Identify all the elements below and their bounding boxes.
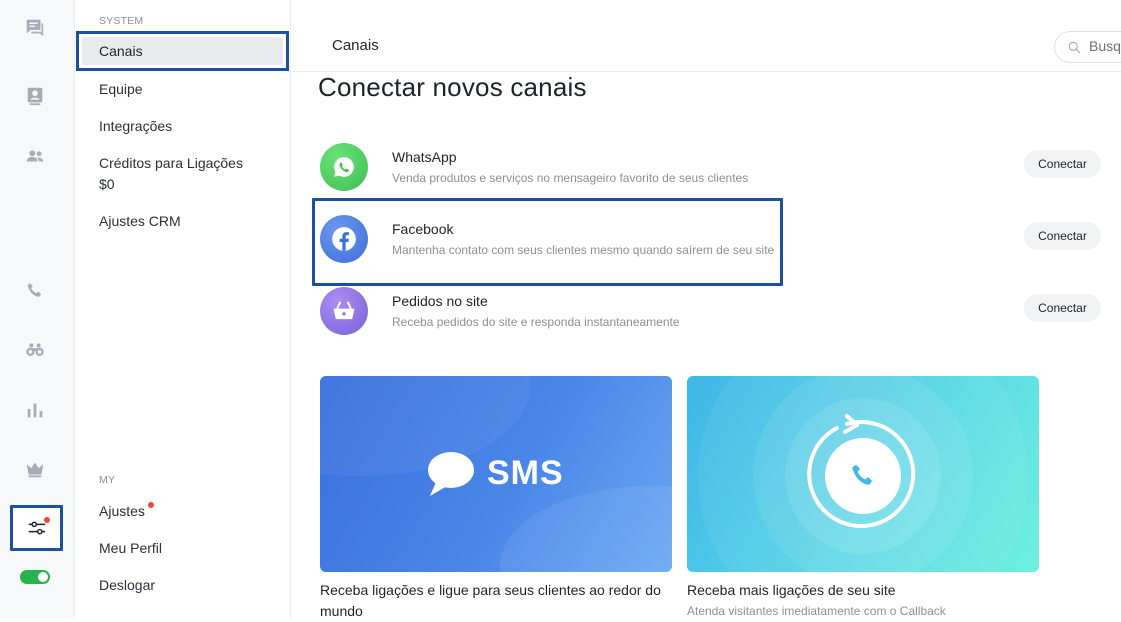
menu-item-integracoes[interactable]: Integrações [99,116,172,137]
search-input[interactable] [1089,38,1121,54]
toggle-knob [38,572,48,582]
facebook-highlight-frame [312,198,783,286]
settings-sliders-icon[interactable] [10,505,63,551]
notification-dot [147,502,154,508]
menu-item-ajustes[interactable]: Ajustes [99,501,154,522]
sms-promo-caption: Receba ligações e ligue para seus client… [320,582,661,619]
menu-item-canais[interactable]: Canais [99,41,143,62]
bar-chart-icon[interactable] [22,397,48,423]
callback-promo-subcaption: Atenda visitantes imediatamente com o Ca… [687,604,946,618]
sms-promo-card[interactable]: SMS [320,376,672,572]
phone-icon[interactable] [22,278,48,304]
chat-bubble-icon [428,452,474,496]
channel-description: Venda produtos e serviços no mensageiro … [392,171,749,185]
menu-item-deslogar[interactable]: Deslogar [99,575,155,596]
contact-card-icon[interactable] [22,83,48,109]
team-icon[interactable] [22,143,48,169]
channel-name: WhatsApp [392,149,457,165]
menu-item-ajustes-label: Ajustes [99,503,145,519]
connect-pedidos-button[interactable]: Conectar [1024,294,1101,322]
chat-icon[interactable] [22,15,48,41]
channel-description: Receba pedidos do site e responda instan… [392,315,680,329]
callback-banner-art [698,376,1028,572]
menu-item-creditos-label: Créditos para Ligações [99,155,243,171]
menu-item-creditos[interactable]: Créditos para Ligações $0 [99,153,243,195]
search-icon [1068,41,1081,54]
channel-name: Pedidos no site [392,293,488,309]
search-box[interactable] [1054,31,1121,63]
menu-section-my: MY [99,474,116,486]
callback-promo-caption: Receba mais ligações de seu site [687,582,896,598]
icon-rail [0,0,75,619]
menu-item-canais-highlight[interactable]: Canais [76,31,289,71]
section-heading: Conectar novos canais [318,72,587,102]
status-toggle[interactable] [20,570,50,584]
menu-item-ajustes-crm[interactable]: Ajustes CRM [99,211,181,232]
connect-facebook-button[interactable]: Conectar [1024,222,1101,250]
shopping-basket-icon [320,287,368,335]
menu-item-equipe[interactable]: Equipe [99,79,143,100]
whatsapp-icon [320,143,368,191]
menu-item-creditos-value: $0 [99,176,115,192]
connect-whatsapp-button[interactable]: Conectar [1024,150,1101,178]
page-title: Canais [332,37,379,54]
callback-promo-card[interactable] [687,376,1039,572]
menu-item-meu-perfil[interactable]: Meu Perfil [99,538,162,559]
menu-section-system: SYSTEM [99,15,144,27]
binoculars-icon[interactable] [22,337,48,363]
sms-banner-text: SMS [487,454,564,492]
notification-dot [44,517,50,523]
channel-row-pedidos: Pedidos no site Receba pedidos do site e… [318,284,1108,340]
crown-icon[interactable] [22,456,48,482]
settings-menu: SYSTEM Canais Equipe Integrações Crédito… [76,0,291,619]
page-header: Canais [292,0,1121,72]
channel-row-whatsapp: WhatsApp Venda produtos e serviços no me… [318,140,1108,196]
